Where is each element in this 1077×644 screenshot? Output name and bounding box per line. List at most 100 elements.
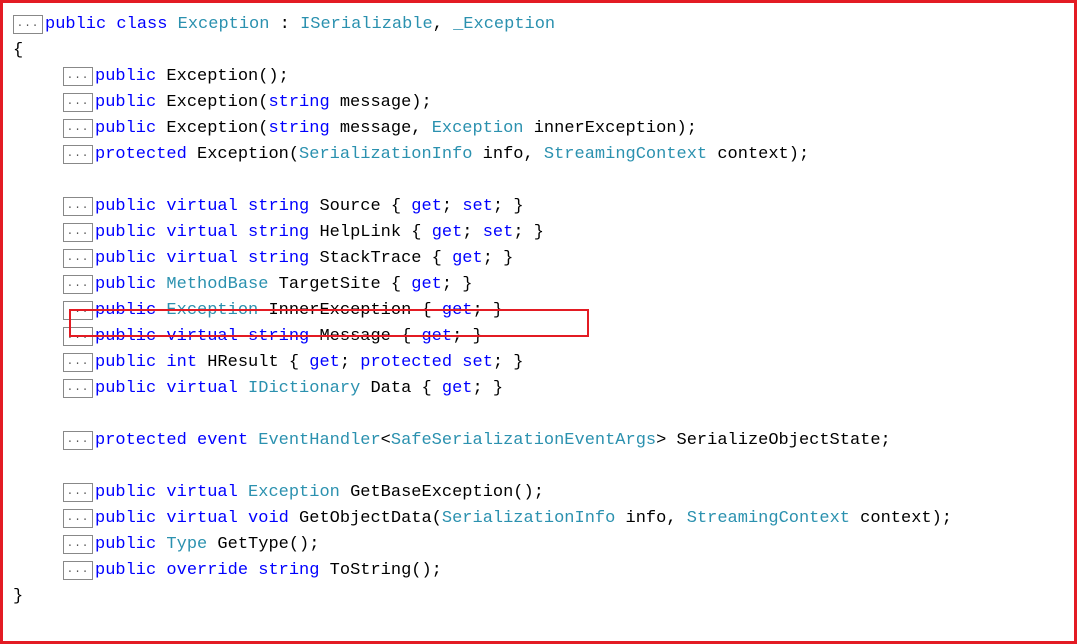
- code-line: ...protected Exception(SerializationInfo…: [13, 141, 1064, 167]
- fold-toggle-icon[interactable]: ...: [63, 67, 93, 86]
- code-token: [238, 249, 248, 268]
- code-token: [106, 15, 116, 34]
- code-body: ...public class Exception : ISerializabl…: [13, 11, 1064, 609]
- code-token: }: [13, 587, 23, 606]
- code-token: message,: [330, 119, 432, 138]
- code-token: virtual: [166, 379, 237, 398]
- code-token: [156, 223, 166, 242]
- code-line: ...public virtual IDictionary Data { get…: [13, 375, 1064, 401]
- code-token: class: [116, 15, 167, 34]
- code-token: > SerializeObjectState;: [656, 431, 891, 450]
- fold-toggle-icon[interactable]: ...: [63, 145, 93, 164]
- code-line: ...public override string ToString();: [13, 557, 1064, 583]
- code-token: get: [452, 249, 483, 268]
- code-token: ; }: [513, 223, 544, 242]
- code-line: ...public virtual string Message { get; …: [13, 323, 1064, 349]
- code-token: virtual: [166, 509, 237, 528]
- code-token: Source {: [309, 197, 411, 216]
- code-token: override: [166, 561, 248, 580]
- code-token: protected: [95, 431, 187, 450]
- code-token: [156, 327, 166, 346]
- code-token: ; }: [452, 327, 483, 346]
- code-token: Exception: [248, 483, 340, 502]
- code-line: ...public int HResult { get; protected s…: [13, 349, 1064, 375]
- code-token: [156, 353, 166, 372]
- code-token: [156, 483, 166, 502]
- code-token: [156, 535, 166, 554]
- code-token: void: [248, 509, 289, 528]
- code-token: protected: [95, 145, 187, 164]
- code-token: <: [381, 431, 391, 450]
- blank-line: [13, 401, 1064, 427]
- fold-toggle-icon[interactable]: ...: [63, 353, 93, 372]
- code-token: context);: [707, 145, 809, 164]
- fold-toggle-icon[interactable]: ...: [63, 327, 93, 346]
- code-token: HelpLink {: [309, 223, 431, 242]
- code-token: ; }: [473, 379, 504, 398]
- code-token: info,: [615, 509, 686, 528]
- fold-toggle-icon[interactable]: ...: [63, 509, 93, 528]
- code-token: _Exception: [453, 15, 555, 34]
- code-token: public: [95, 67, 156, 86]
- code-token: InnerException {: [258, 301, 442, 320]
- code-line: ...public class Exception : ISerializabl…: [13, 11, 1064, 37]
- code-token: public: [95, 535, 156, 554]
- code-token: public: [95, 249, 156, 268]
- fold-toggle-icon[interactable]: ...: [63, 275, 93, 294]
- code-token: StreamingContext: [544, 145, 707, 164]
- fold-toggle-icon[interactable]: ...: [63, 249, 93, 268]
- code-token: ; }: [493, 197, 524, 216]
- fold-toggle-icon[interactable]: ...: [63, 197, 93, 216]
- code-token: public: [95, 509, 156, 528]
- code-token: ;: [462, 223, 482, 242]
- code-line: ...public virtual string Source { get; s…: [13, 193, 1064, 219]
- code-token: MethodBase: [166, 275, 268, 294]
- code-token: string: [268, 119, 329, 138]
- code-token: IDictionary: [248, 379, 360, 398]
- code-token: SerializationInfo: [299, 145, 472, 164]
- fold-toggle-icon[interactable]: ...: [63, 431, 93, 450]
- code-token: Message {: [309, 327, 421, 346]
- code-token: get: [432, 223, 463, 242]
- code-token: virtual: [166, 249, 237, 268]
- code-line: ...public Exception(string message);: [13, 89, 1064, 115]
- code-token: Exception();: [156, 67, 289, 86]
- fold-toggle-icon[interactable]: ...: [63, 379, 93, 398]
- code-token: public: [95, 197, 156, 216]
- code-token: string: [248, 249, 309, 268]
- code-token: get: [442, 301, 473, 320]
- fold-toggle-icon[interactable]: ...: [63, 483, 93, 502]
- code-token: ; }: [473, 301, 504, 320]
- code-token: [248, 561, 258, 580]
- fold-toggle-icon[interactable]: ...: [63, 93, 93, 112]
- code-token: public: [95, 561, 156, 580]
- code-token: [156, 379, 166, 398]
- code-token: {: [13, 41, 23, 60]
- code-line: ...protected event EventHandler<SafeSeri…: [13, 427, 1064, 453]
- code-token: [238, 483, 248, 502]
- code-token: ; }: [493, 353, 524, 372]
- code-token: public: [95, 327, 156, 346]
- code-token: [238, 327, 248, 346]
- fold-toggle-icon[interactable]: ...: [63, 119, 93, 138]
- code-token: public: [95, 301, 156, 320]
- fold-toggle-icon[interactable]: ...: [63, 301, 93, 320]
- code-token: info,: [472, 145, 543, 164]
- fold-toggle-icon[interactable]: ...: [13, 15, 43, 34]
- code-token: [156, 197, 166, 216]
- fold-toggle-icon[interactable]: ...: [63, 223, 93, 242]
- code-token: public: [95, 379, 156, 398]
- code-token: [248, 431, 258, 450]
- fold-toggle-icon[interactable]: ...: [63, 535, 93, 554]
- code-token: Exception: [178, 15, 270, 34]
- code-token: public: [45, 15, 106, 34]
- code-line: ...public virtual string HelpLink { get;…: [13, 219, 1064, 245]
- code-token: [187, 431, 197, 450]
- code-token: event: [197, 431, 248, 450]
- code-token: ToString();: [319, 561, 441, 580]
- code-token: [167, 15, 177, 34]
- code-token: ,: [433, 15, 453, 34]
- fold-toggle-icon[interactable]: ...: [63, 561, 93, 580]
- code-line: }: [13, 583, 1064, 609]
- code-token: [238, 223, 248, 242]
